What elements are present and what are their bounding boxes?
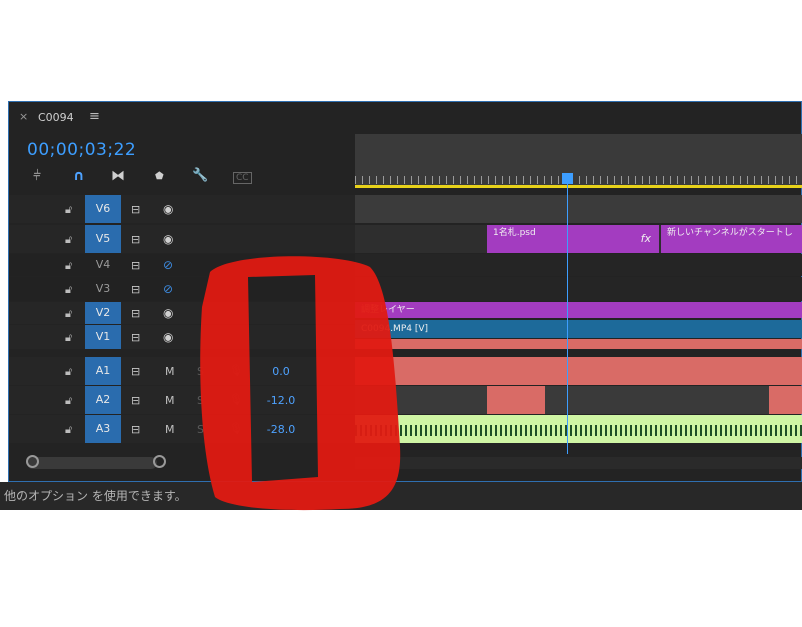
track-lanes[interactable]: 1名札.psd fx 新しいチャンネルがスタートし 調整レイヤー C0094.M… bbox=[355, 192, 802, 454]
work-area-bar[interactable] bbox=[355, 185, 802, 188]
panel-menu-icon[interactable]: ≡ bbox=[89, 109, 100, 124]
track-target-a3[interactable]: A3 bbox=[85, 415, 121, 443]
clip-audio-a1[interactable] bbox=[355, 357, 802, 385]
clip-label: 新しいチャンネルがスタートし bbox=[667, 228, 793, 238]
lock-icon[interactable]: 🔓︎ bbox=[65, 233, 72, 247]
eye-icon[interactable]: ◉ bbox=[163, 202, 173, 216]
track-target-a2[interactable]: A2 bbox=[85, 386, 121, 414]
playhead-line[interactable] bbox=[567, 184, 568, 454]
sync-lock-icon[interactable]: ⊟ bbox=[131, 331, 140, 344]
eye-icon[interactable]: ◉ bbox=[163, 306, 173, 320]
timeline-panel: × C0094 ≡ 00;00;03;22 ⫩ ∩ ⧓ ⬟ 🔧 CC 🔓︎ V6… bbox=[8, 101, 802, 482]
lock-icon[interactable]: 🔓︎ bbox=[65, 307, 72, 321]
sync-lock-icon[interactable]: ⊟ bbox=[131, 423, 140, 436]
lock-icon[interactable]: 🔓︎ bbox=[65, 394, 72, 408]
clip-audio-a2-second[interactable] bbox=[769, 386, 802, 414]
highlight-stroke bbox=[200, 256, 401, 511]
eye-icon[interactable]: ◉ bbox=[163, 330, 173, 344]
track-target-v6[interactable]: V6 bbox=[85, 195, 121, 223]
linked-selection-icon[interactable]: ⧓ bbox=[111, 168, 125, 184]
captions-icon[interactable]: CC bbox=[233, 172, 252, 184]
sync-lock-icon[interactable]: ⊟ bbox=[131, 307, 140, 320]
lock-icon[interactable]: 🔓︎ bbox=[65, 365, 72, 379]
magnet-icon[interactable]: ∩ bbox=[73, 168, 84, 184]
clip-adjustment-layer[interactable]: 調整レイヤー bbox=[355, 302, 802, 318]
fx-badge: fx bbox=[640, 232, 651, 245]
track-target-v2[interactable]: V2 bbox=[85, 302, 121, 324]
timeline-scrollbar[interactable] bbox=[355, 457, 802, 469]
lane-v3[interactable] bbox=[355, 277, 802, 301]
wrench-icon[interactable]: 🔧 bbox=[192, 168, 208, 183]
sync-lock-icon[interactable]: ⊟ bbox=[131, 283, 140, 296]
ruler-ticks bbox=[355, 176, 802, 184]
red-annotation-marker bbox=[200, 256, 401, 511]
sync-lock-icon[interactable]: ⊟ bbox=[131, 394, 140, 407]
track-target-v4[interactable]: V4 bbox=[85, 254, 121, 276]
marker-icon[interactable]: ⬟ bbox=[155, 171, 164, 182]
lane-v4[interactable] bbox=[355, 254, 802, 276]
track-target-v1[interactable]: V1 bbox=[85, 325, 121, 349]
clip-v1-audio-strip[interactable] bbox=[355, 339, 802, 349]
panel-tab-bar: × C0094 ≡ bbox=[9, 102, 801, 132]
track-target-a1[interactable]: A1 bbox=[85, 357, 121, 385]
close-tab-icon[interactable]: × bbox=[19, 110, 28, 123]
sync-lock-icon[interactable]: ⊟ bbox=[131, 259, 140, 272]
eye-hidden-icon[interactable]: ⊘ bbox=[163, 258, 173, 272]
track-target-v3[interactable]: V3 bbox=[85, 277, 121, 301]
header-scrollbar[interactable] bbox=[27, 457, 157, 469]
clip-audio-a3-waveform[interactable] bbox=[355, 415, 802, 443]
sync-lock-icon[interactable]: ⊟ bbox=[131, 365, 140, 378]
snap-in-icon[interactable]: ⫩ bbox=[33, 168, 41, 184]
clip-video-v1[interactable]: C0094.MP4 [V] bbox=[355, 320, 802, 338]
clip-label: 1名札.psd bbox=[493, 228, 536, 238]
lock-icon[interactable]: 🔓︎ bbox=[65, 259, 72, 273]
scroll-end-handle[interactable] bbox=[153, 455, 166, 468]
mute-button[interactable]: M bbox=[165, 394, 175, 407]
scroll-start-handle[interactable] bbox=[26, 455, 39, 468]
lane-v6[interactable] bbox=[355, 195, 802, 223]
lock-icon[interactable]: 🔓︎ bbox=[65, 203, 72, 217]
lock-icon[interactable]: 🔓︎ bbox=[65, 283, 72, 297]
lane-a2[interactable] bbox=[355, 386, 802, 414]
eye-icon[interactable]: ◉ bbox=[163, 232, 173, 246]
time-ruler[interactable] bbox=[355, 134, 802, 188]
sync-lock-icon[interactable]: ⊟ bbox=[131, 233, 140, 246]
lock-icon[interactable]: 🔓︎ bbox=[65, 331, 72, 345]
track-target-v5[interactable]: V5 bbox=[85, 225, 121, 253]
clip-psd[interactable]: 1名札.psd fx bbox=[487, 225, 659, 253]
eye-hidden-icon[interactable]: ⊘ bbox=[163, 282, 173, 296]
playhead-timecode[interactable]: 00;00;03;22 bbox=[27, 140, 136, 160]
track-header-v6: 🔓︎ V6 ⊟ ◉ bbox=[9, 195, 355, 223]
sequence-tab[interactable]: C0094 bbox=[38, 111, 74, 124]
clip-title-text[interactable]: 新しいチャンネルがスタートし bbox=[661, 225, 802, 253]
lock-icon[interactable]: 🔓︎ bbox=[65, 423, 72, 437]
clip-audio-a2[interactable] bbox=[487, 386, 545, 414]
mute-button[interactable]: M bbox=[165, 423, 175, 436]
mute-button[interactable]: M bbox=[165, 365, 175, 378]
playhead-handle[interactable] bbox=[562, 173, 573, 184]
sync-lock-icon[interactable]: ⊟ bbox=[131, 203, 140, 216]
